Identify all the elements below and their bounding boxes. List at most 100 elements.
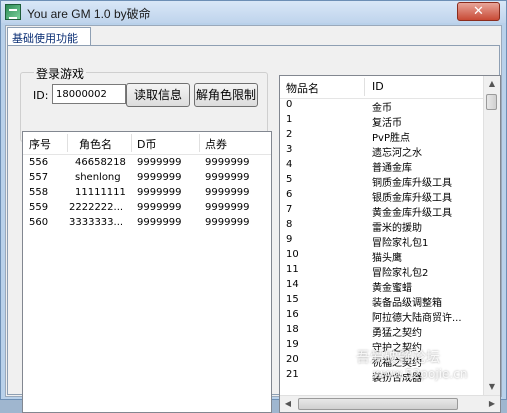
cell-item-name: 铜质金库升级工具 bbox=[372, 178, 452, 189]
cell-item-name: 勇猛之契约 bbox=[372, 328, 422, 339]
cell-d-coin: 9999999 bbox=[137, 172, 182, 183]
client-area: 基础使用功能 登录游戏 ID: 读取信息 解角色限制 序号 角色名 D币 点券 bbox=[5, 25, 502, 413]
watermark-text: 吾爱破解论坛 bbox=[356, 350, 440, 366]
item-row[interactable]: 5 铜质金库升级工具 bbox=[280, 174, 500, 189]
cell-item-id: 5 bbox=[286, 174, 293, 185]
cell-item-name: 冒险家礼包2 bbox=[372, 268, 429, 279]
item-row[interactable]: 2 PvP胜点 bbox=[280, 129, 500, 144]
cell-item-id: 3 bbox=[286, 144, 293, 155]
item-row[interactable]: 18 勇猛之契约 bbox=[280, 324, 500, 339]
cell-item-name: 雷米的援助 bbox=[372, 223, 422, 234]
read-info-button[interactable]: 读取信息 bbox=[126, 83, 190, 107]
cell-item-name: 普通金库 bbox=[372, 163, 412, 174]
cell-item-id: 7 bbox=[286, 204, 293, 215]
item-row[interactable]: 9 冒险家礼包1 bbox=[280, 234, 500, 249]
cell-d-coin: 9999999 bbox=[137, 217, 182, 228]
cell-item-id: 1 bbox=[286, 114, 293, 125]
item-list-vertical-scrollbar[interactable]: ▲ ▼ bbox=[483, 76, 500, 395]
cell-item-id: 6 bbox=[286, 189, 293, 200]
cell-role-name: 2222222... bbox=[69, 202, 124, 213]
cell-item-name: 冒险家礼包1 bbox=[372, 238, 429, 249]
login-group-label: 登录游戏 bbox=[34, 65, 87, 82]
scroll-right-arrow-icon[interactable]: ▶ bbox=[484, 396, 500, 412]
character-list[interactable]: 序号 角色名 D币 点券 556 46658218 9999999 999999… bbox=[22, 131, 272, 413]
title-bar[interactable]: You are GM 1.0 by破命 ✕ bbox=[1, 1, 506, 23]
cell-points: 9999999 bbox=[205, 157, 250, 168]
cell-item-id: 16 bbox=[286, 309, 299, 320]
cell-item-id: 10 bbox=[286, 249, 299, 260]
watermark-url: www.52pojie.cn bbox=[373, 367, 468, 381]
cell-role-name: 3333333... bbox=[69, 217, 124, 228]
character-row[interactable]: 560 3333333... 9999999 9999999 bbox=[23, 216, 271, 231]
column-header-index[interactable]: 序号 bbox=[29, 136, 51, 152]
cell-item-id: 11 bbox=[286, 264, 299, 275]
cell-index: 560 bbox=[29, 217, 49, 228]
cell-item-id: 8 bbox=[286, 219, 293, 230]
item-row[interactable]: 11 冒险家礼包2 bbox=[280, 264, 500, 279]
item-row[interactable]: 10 猫头鹰 bbox=[280, 249, 500, 264]
item-list-header: 物品名 ID bbox=[280, 76, 500, 99]
cell-item-id: 9 bbox=[286, 234, 293, 245]
scroll-up-arrow-icon[interactable]: ▲ bbox=[484, 76, 500, 92]
character-row[interactable]: 559 2222222... 9999999 9999999 bbox=[23, 201, 271, 216]
character-list-header: 序号 角色名 D币 点券 bbox=[23, 132, 271, 155]
column-header-item-name[interactable]: 物品名 bbox=[286, 80, 319, 96]
column-header-points[interactable]: 点券 bbox=[205, 136, 227, 152]
item-row[interactable]: 4 普通金库 bbox=[280, 159, 500, 174]
item-row[interactable]: 1 复活币 bbox=[280, 114, 500, 129]
item-row[interactable]: 14 黄金蜜蜡 bbox=[280, 279, 500, 294]
app-icon bbox=[5, 4, 21, 20]
cell-role-name: 11111111 bbox=[75, 187, 126, 198]
item-row[interactable]: 7 黄金金库升级工具 bbox=[280, 204, 500, 219]
cell-index: 557 bbox=[29, 172, 49, 183]
tab-panel: 登录游戏 ID: 读取信息 解角色限制 序号 角色名 D币 点券 556 4 6 bbox=[7, 45, 501, 413]
item-list-horizontal-scrollbar[interactable]: ◀ ▶ bbox=[280, 395, 500, 412]
cell-index: 556 bbox=[29, 157, 49, 168]
window-title: You are GM 1.0 by破命 bbox=[27, 7, 151, 21]
cell-index: 559 bbox=[29, 202, 49, 213]
cell-points: 9999999 bbox=[205, 187, 250, 198]
item-row[interactable]: 16 阿拉德大陆商贸许... bbox=[280, 309, 500, 324]
cell-item-id: 15 bbox=[286, 294, 299, 305]
cell-points: 9999999 bbox=[205, 172, 250, 183]
cell-item-name: 黄金金库升级工具 bbox=[372, 208, 452, 219]
cell-d-coin: 9999999 bbox=[137, 187, 182, 198]
cell-item-name: PvP胜点 bbox=[372, 133, 410, 144]
cell-item-name: 金币 bbox=[372, 103, 392, 114]
cell-points: 9999999 bbox=[205, 217, 250, 228]
vertical-scroll-thumb[interactable] bbox=[486, 94, 497, 110]
unlock-role-limit-button[interactable]: 解角色限制 bbox=[194, 83, 258, 107]
cell-item-id: 0 bbox=[286, 99, 293, 110]
cell-item-name: 装备品级调整箱 bbox=[372, 298, 442, 309]
item-row[interactable]: 6 银质金库升级工具 bbox=[280, 189, 500, 204]
cell-role-name: shenlong bbox=[75, 172, 121, 183]
scroll-left-arrow-icon[interactable]: ◀ bbox=[280, 396, 296, 412]
character-row[interactable]: 557 shenlong 9999999 9999999 bbox=[23, 171, 271, 186]
character-row[interactable]: 556 46658218 9999999 9999999 bbox=[23, 156, 271, 171]
column-header-role-name[interactable]: 角色名 bbox=[79, 136, 112, 152]
item-row[interactable]: 15 装备品级调整箱 bbox=[280, 294, 500, 309]
cell-d-coin: 9999999 bbox=[137, 157, 182, 168]
cell-item-name: 复活币 bbox=[372, 118, 402, 129]
app-window: You are GM 1.0 by破命 ✕ 基础使用功能 登录游戏 ID: 读取… bbox=[0, 0, 507, 413]
column-header-d-coin[interactable]: D币 bbox=[137, 136, 156, 152]
cell-index: 558 bbox=[29, 187, 49, 198]
cell-item-name: 猫头鹰 bbox=[372, 253, 402, 264]
cell-item-id: 19 bbox=[286, 339, 299, 350]
cell-role-name: 46658218 bbox=[75, 157, 126, 168]
cell-item-id: 4 bbox=[286, 159, 293, 170]
cell-d-coin: 9999999 bbox=[137, 202, 182, 213]
item-row[interactable]: 8 雷米的援助 bbox=[280, 219, 500, 234]
column-header-id[interactable]: ID bbox=[372, 80, 384, 93]
id-label: ID: bbox=[33, 89, 49, 102]
id-input[interactable] bbox=[52, 84, 126, 104]
cell-item-name: 黄金蜜蜡 bbox=[372, 283, 412, 294]
tab-basic-functions[interactable]: 基础使用功能 bbox=[7, 27, 91, 46]
item-row[interactable]: 0 金币 bbox=[280, 99, 500, 114]
cell-item-name: 银质金库升级工具 bbox=[372, 193, 452, 204]
character-row[interactable]: 558 11111111 9999999 9999999 bbox=[23, 186, 271, 201]
close-button[interactable]: ✕ bbox=[457, 2, 500, 21]
scroll-down-arrow-icon[interactable]: ▼ bbox=[484, 379, 500, 395]
item-row[interactable]: 3 遗忘河之水 bbox=[280, 144, 500, 159]
cell-item-id: 20 bbox=[286, 354, 299, 365]
